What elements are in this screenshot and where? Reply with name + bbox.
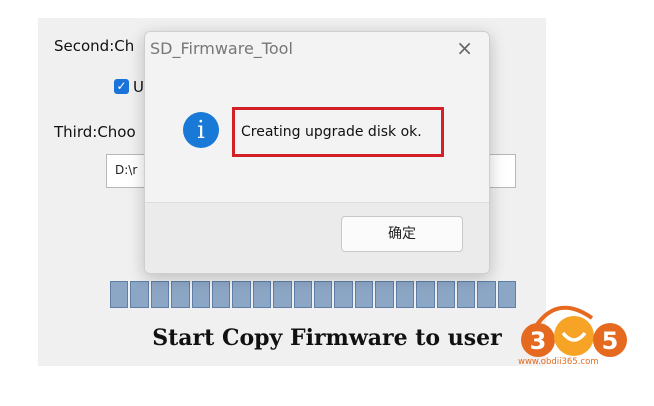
progress-segment [150, 281, 170, 308]
svg-text:3: 3 [530, 327, 547, 355]
message-highlight: Creating upgrade disk ok. [232, 107, 444, 157]
progress-segment [354, 281, 374, 308]
progress-segment [375, 281, 394, 308]
dialog-footer: 确定 [145, 202, 489, 273]
checkbox-label: U [133, 78, 144, 96]
progress-segment [212, 281, 231, 308]
progress-segment [171, 281, 190, 308]
progress-segment [314, 281, 333, 308]
progress-segment [334, 281, 353, 308]
progress-segment [273, 281, 292, 308]
step3-label: Third:Choo [54, 123, 136, 141]
upgrade-checkbox[interactable]: ✓ [114, 79, 129, 94]
copy-progress-bar [110, 281, 517, 308]
message-dialog: SD_Firmware_Tool × i Creating upgrade di… [144, 31, 490, 274]
progress-segment [395, 281, 415, 308]
progress-segment [191, 281, 211, 308]
close-icon[interactable]: × [456, 38, 473, 58]
step2-label: Second:Ch [54, 37, 135, 55]
progress-segment [416, 281, 435, 308]
dialog-message: Creating upgrade disk ok. [241, 124, 422, 140]
ok-button[interactable]: 确定 [341, 216, 463, 252]
progress-segment [436, 281, 455, 308]
progress-segment [130, 281, 149, 308]
progress-segment [497, 281, 517, 308]
progress-segment [456, 281, 476, 308]
watermark-url: www.obdii365.com [518, 357, 599, 367]
dialog-title: SD_Firmware_Tool [150, 39, 293, 58]
svg-text:5: 5 [602, 327, 619, 355]
info-icon: i [183, 112, 219, 148]
path-value: D:\r [115, 163, 138, 177]
progress-segment [110, 281, 129, 308]
progress-segment [232, 281, 251, 308]
progress-segment [252, 281, 272, 308]
progress-segment [477, 281, 496, 308]
progress-segment [293, 281, 313, 308]
